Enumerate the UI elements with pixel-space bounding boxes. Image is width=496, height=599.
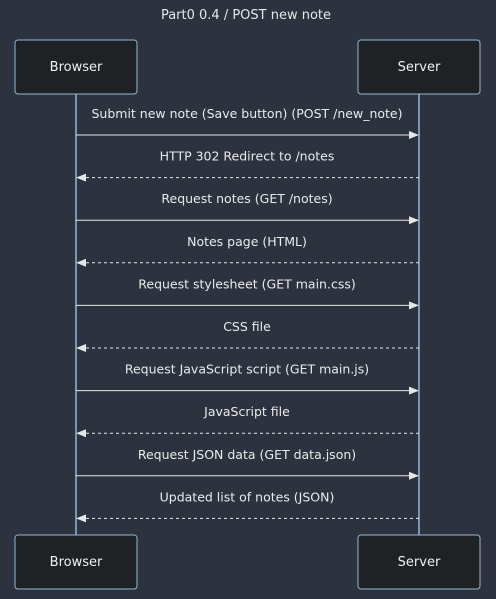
message-5: Request stylesheet (GET main.css) <box>76 276 419 310</box>
message-label: JavaScript file <box>203 404 290 419</box>
participant-browser-top: Browser <box>14 39 138 95</box>
message-label: HTTP 302 Redirect to /notes <box>160 149 335 164</box>
message-7: Request JavaScript script (GET main.js) <box>76 362 419 395</box>
message-8: JavaScript file <box>76 404 419 438</box>
message-label: Updated list of notes (JSON) <box>160 489 335 504</box>
message-label: Request stylesheet (GET main.css) <box>138 276 355 291</box>
message-3: Request notes (GET /notes) <box>76 191 419 225</box>
message-label: Request notes (GET /notes) <box>161 191 332 206</box>
messages: Submit new note (Save button) (POST /new… <box>76 106 419 523</box>
diagram-title: Part0 0.4 / POST new note <box>161 8 331 23</box>
message-9: Request JSON data (GET data.json) <box>76 447 419 480</box>
message-6: CSS file <box>76 319 419 352</box>
participant-browser-bottom: Browser <box>14 534 138 590</box>
message-1: Submit new note (Save button) (POST /new… <box>76 106 419 139</box>
message-2: HTTP 302 Redirect to /notes <box>76 149 419 182</box>
message-label: Request JSON data (GET data.json) <box>138 447 356 462</box>
sequence-diagram: Part0 0.4 / POST new note Browser Server… <box>14 8 481 590</box>
participant-server-bottom: Server <box>357 534 481 590</box>
participant-server-top: Server <box>357 39 481 95</box>
message-label: Request JavaScript script (GET main.js) <box>125 362 369 377</box>
message-10: Updated list of notes (JSON) <box>76 489 419 523</box>
message-label: CSS file <box>223 319 271 334</box>
participant-browser-top-label: Browser <box>50 60 103 75</box>
participant-server-bottom-label: Server <box>398 555 441 570</box>
message-label: Notes page (HTML) <box>187 234 307 249</box>
message-4: Notes page (HTML) <box>76 234 419 267</box>
message-label: Submit new note (Save button) (POST /new… <box>91 106 402 121</box>
participant-server-top-label: Server <box>398 60 441 75</box>
participant-browser-bottom-label: Browser <box>50 555 103 570</box>
